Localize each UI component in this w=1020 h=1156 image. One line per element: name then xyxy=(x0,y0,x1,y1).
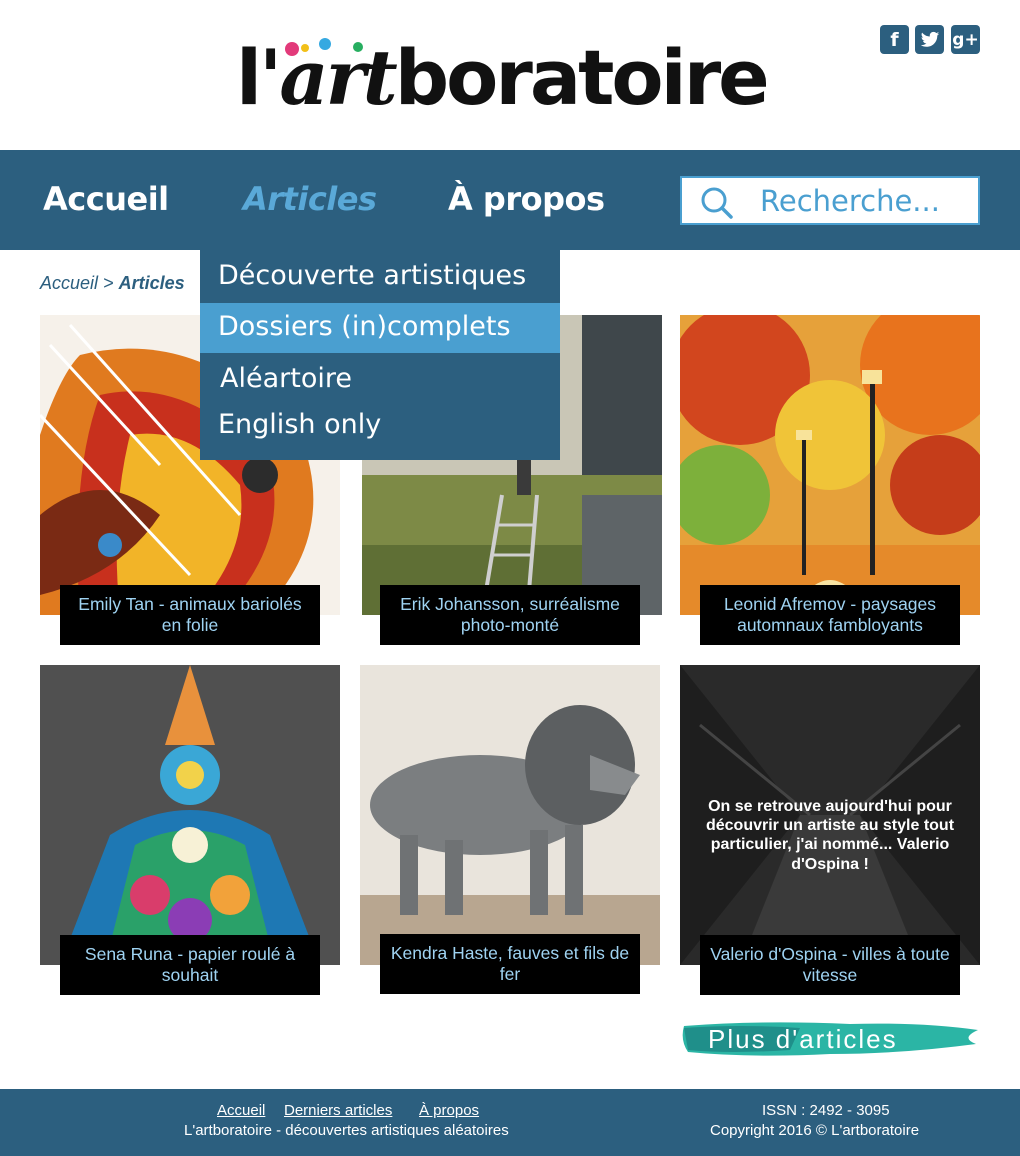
articles-dropdown-menu: Découverte artistiques Dossiers (in)comp… xyxy=(200,250,560,460)
article-card-sena-runa[interactable] xyxy=(40,665,340,965)
nav-a-propos[interactable]: À propos xyxy=(448,181,605,217)
breadcrumb: Accueil > Articles xyxy=(40,273,185,294)
search-icon[interactable] xyxy=(700,186,734,220)
twitter-bird-icon xyxy=(920,31,939,47)
logo-art: art xyxy=(279,38,398,116)
dropdown-item-dossiers[interactable]: Dossiers (in)complets xyxy=(200,303,560,353)
google-plus-icon[interactable]: g+ xyxy=(951,25,980,54)
article-overlay-excerpt: On se retrouve aujourd'hui pour découvri… xyxy=(705,798,955,873)
facebook-icon[interactable]: f xyxy=(880,25,909,54)
article-image xyxy=(680,315,980,615)
logo-art-text: art xyxy=(279,33,397,122)
footer-issn: ISSN : 2492 - 3095 xyxy=(762,1102,890,1119)
breadcrumb-current: Articles xyxy=(118,273,185,293)
footer-link-derniers-articles[interactable]: Derniers articles xyxy=(284,1102,392,1119)
logo-suffix: boratoire xyxy=(394,33,770,122)
article-card-kendra-haste[interactable] xyxy=(360,665,660,965)
search-input[interactable] xyxy=(760,183,970,219)
article-caption[interactable]: Valerio d'Ospina - villes à toute vitess… xyxy=(700,935,960,995)
site-footer: Accueil Derniers articles À propos L'art… xyxy=(0,1089,1020,1156)
footer-link-a-propos[interactable]: À propos xyxy=(419,1102,479,1119)
logo-prefix: l' xyxy=(236,33,282,122)
breadcrumb-separator: > xyxy=(103,273,114,293)
nav-accueil[interactable]: Accueil xyxy=(43,181,169,217)
search-box xyxy=(680,176,980,225)
footer-link-accueil[interactable]: Accueil xyxy=(217,1102,265,1119)
article-caption[interactable]: Sena Runa - papier roulé à souhait xyxy=(60,935,320,995)
dropdown-item-aleartoire[interactable]: Aléartoire xyxy=(200,358,560,400)
article-image xyxy=(40,665,340,965)
article-image xyxy=(360,665,660,965)
dropdown-item-decouverte[interactable]: Découverte artistiques xyxy=(200,256,560,296)
more-articles-button[interactable]: Plus d'articles xyxy=(708,1024,898,1055)
footer-copyright: Copyright 2016 © L'artboratoire xyxy=(710,1122,920,1139)
article-caption[interactable]: Emily Tan - animaux bariolés en folie xyxy=(60,585,320,645)
site-logo[interactable]: l' art boratoire xyxy=(236,30,770,122)
article-card-leonid-afremov[interactable] xyxy=(680,315,980,615)
footer-tagline: L'artboratoire - découvertes artistiques… xyxy=(184,1122,509,1139)
article-caption[interactable]: Erik Johansson, surréalisme photo-monté xyxy=(380,585,640,645)
main-navbar: Accueil Articles À propos xyxy=(0,150,1020,250)
twitter-icon[interactable] xyxy=(915,25,944,54)
article-caption[interactable]: Kendra Haste, fauves et fils de fer xyxy=(380,934,640,994)
nav-articles[interactable]: Articles xyxy=(243,181,377,217)
dropdown-item-english-only[interactable]: English only xyxy=(200,404,560,446)
article-caption[interactable]: Leonid Afremov - paysages automnaux famb… xyxy=(700,585,960,645)
breadcrumb-home[interactable]: Accueil xyxy=(40,273,98,293)
